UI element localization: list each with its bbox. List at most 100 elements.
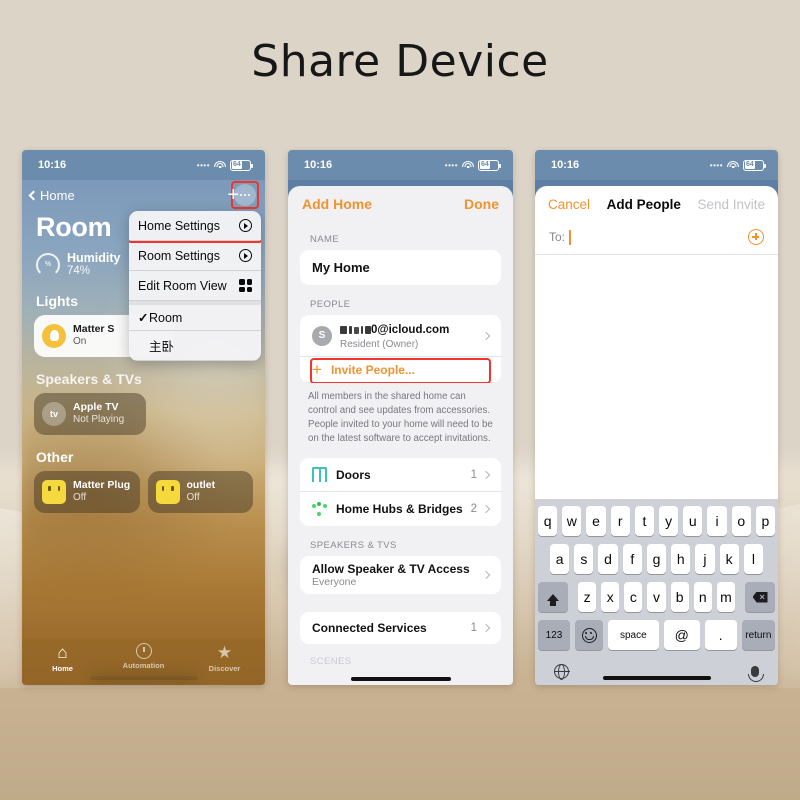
keyboard-row-2: a s d f g h j k l <box>538 544 775 574</box>
signal-icon: •••• <box>709 160 723 170</box>
key-z[interactable]: z <box>578 582 597 612</box>
key-i[interactable]: i <box>707 506 727 536</box>
phone-screenshot-add-home: 10:16 •••• 64 Add Home Done NAME My Home… <box>288 150 513 685</box>
microphone-icon[interactable] <box>748 666 764 682</box>
key-c[interactable]: c <box>624 582 643 612</box>
tile-outlet[interactable]: outlet Off <box>147 470 253 513</box>
person-row[interactable]: S 0@icloud.com Resident (Owner) <box>300 315 501 357</box>
delete-key[interactable]: × <box>745 582 775 612</box>
tile-apple-tv[interactable]: tv Apple TV Not Playing <box>34 392 146 435</box>
space-key[interactable]: space <box>608 620 659 650</box>
at-key[interactable]: @ <box>663 620 700 650</box>
key-h[interactable]: h <box>671 544 691 574</box>
key-f[interactable]: f <box>622 544 642 574</box>
shift-icon <box>547 593 559 606</box>
tab-automation[interactable]: Automation <box>103 643 184 670</box>
key-g[interactable]: g <box>646 544 667 574</box>
section-speakers: Speakers & TVs <box>36 370 142 387</box>
send-invite-button[interactable]: Send Invite <box>697 197 765 212</box>
name-card: My Home <box>300 250 501 285</box>
name-group-header: NAME <box>310 234 340 245</box>
menu-item-bedroom[interactable]: 主卧 <box>129 331 261 361</box>
tab-discover[interactable]: ★ Discover <box>184 642 265 674</box>
key-n[interactable]: n <box>693 582 712 612</box>
shift-key[interactable] <box>538 582 568 612</box>
menu-item-edit-room-view[interactable]: Edit Room View <box>129 271 261 301</box>
chevron-right-icon <box>481 470 491 479</box>
compose-area[interactable] <box>535 255 778 407</box>
on-screen-keyboard: q w e r t y u i o p a s d f g h j k l z … <box>535 499 778 685</box>
key-r[interactable]: r <box>610 506 630 536</box>
delete-icon: × <box>752 591 768 603</box>
phone-screenshot-add-people: 10:16 •••• 64 Cancel Add People Send Inv… <box>535 150 778 685</box>
scenes-group-header: SCENES <box>310 656 352 668</box>
numbers-key[interactable]: 123 <box>538 620 570 650</box>
key-q[interactable]: q <box>537 506 558 536</box>
key-w[interactable]: w <box>562 506 582 536</box>
battery-icon: 64 <box>743 159 766 171</box>
key-u[interactable]: u <box>683 506 703 536</box>
back-button[interactable]: Home <box>28 188 75 203</box>
accessory-card: Doors 1 Home Hubs & Bridges 2 <box>300 458 501 527</box>
done-button[interactable]: Done <box>464 196 499 212</box>
period-key[interactable]: . <box>704 620 737 650</box>
keyboard-row-3: z x c v b n m × <box>538 582 775 612</box>
status-bar: 10:16 •••• 64 <box>535 150 778 180</box>
emoji-key[interactable] <box>575 620 603 650</box>
key-b[interactable]: b <box>670 582 689 612</box>
tab-bar: ⌂ Home Automation ★ Discover <box>22 639 265 685</box>
humidity-value: 74% <box>67 265 91 278</box>
redacted-text <box>340 326 371 334</box>
tile-matter-plug[interactable]: Matter Plug Off <box>34 470 140 513</box>
sheet-header: Add Home Done <box>288 186 513 220</box>
key-k[interactable]: k <box>719 544 739 574</box>
row-doors[interactable]: Doors 1 <box>300 458 501 493</box>
person-role: Resident (Owner) <box>340 339 419 350</box>
key-y[interactable]: y <box>659 506 679 536</box>
key-j[interactable]: j <box>695 544 715 574</box>
key-s[interactable]: s <box>574 544 594 574</box>
key-d[interactable]: d <box>598 544 618 574</box>
nav-bar: Cancel Add People Send Invite <box>535 186 778 222</box>
tile-state: Off <box>73 491 87 503</box>
row-allow-speaker-access[interactable]: Allow Speaker & TV Access Everyone <box>300 556 501 594</box>
key-a[interactable]: a <box>550 544 570 574</box>
status-bar: 10:16 •••• 64 <box>288 150 513 180</box>
tile-name: outlet <box>186 479 216 492</box>
row-title: Allow Speaker & TV Access <box>312 562 470 577</box>
clock-icon <box>135 643 152 659</box>
row-connected-services[interactable]: Connected Services 1 <box>300 612 501 644</box>
key-x[interactable]: x <box>601 582 620 612</box>
humidity-label: Humidity <box>67 251 121 265</box>
page-title: Share Device <box>251 36 549 87</box>
cancel-button[interactable]: Cancel <box>548 197 590 212</box>
add-button[interactable]: + <box>227 185 239 205</box>
status-time: 10:16 <box>304 159 333 171</box>
menu-item-room-settings[interactable]: Room Settings <box>129 241 261 271</box>
sheet-title: Add People <box>606 197 681 212</box>
star-icon: ★ <box>216 642 233 662</box>
row-home-hubs[interactable]: Home Hubs & Bridges 2 <box>300 492 501 526</box>
key-l[interactable]: l <box>743 544 763 574</box>
key-t[interactable]: t <box>634 506 654 536</box>
keyboard-row-4: 123 space @ . return <box>538 620 775 650</box>
battery-icon: 64 <box>478 159 501 171</box>
add-contact-icon[interactable] <box>748 229 764 245</box>
key-e[interactable]: e <box>586 506 606 536</box>
menu-item-room[interactable]: ✓ Room <box>129 301 261 331</box>
globe-icon[interactable] <box>553 663 570 680</box>
recipient-field-row[interactable]: To: <box>535 222 778 255</box>
return-key[interactable]: return <box>741 620 775 650</box>
key-m[interactable]: m <box>716 582 735 612</box>
key-o[interactable]: o <box>731 506 751 536</box>
plug-icon <box>155 479 180 504</box>
invite-people-highlight <box>310 358 491 383</box>
signal-icon: •••• <box>196 160 210 170</box>
chevron-right-icon <box>481 505 491 514</box>
tab-home[interactable]: ⌂ Home <box>22 643 103 674</box>
wifi-icon <box>462 160 474 170</box>
key-p[interactable]: p <box>755 506 776 536</box>
home-name-input[interactable]: My Home <box>300 250 501 285</box>
check-icon: ✓ <box>138 311 149 325</box>
key-v[interactable]: v <box>647 582 666 612</box>
